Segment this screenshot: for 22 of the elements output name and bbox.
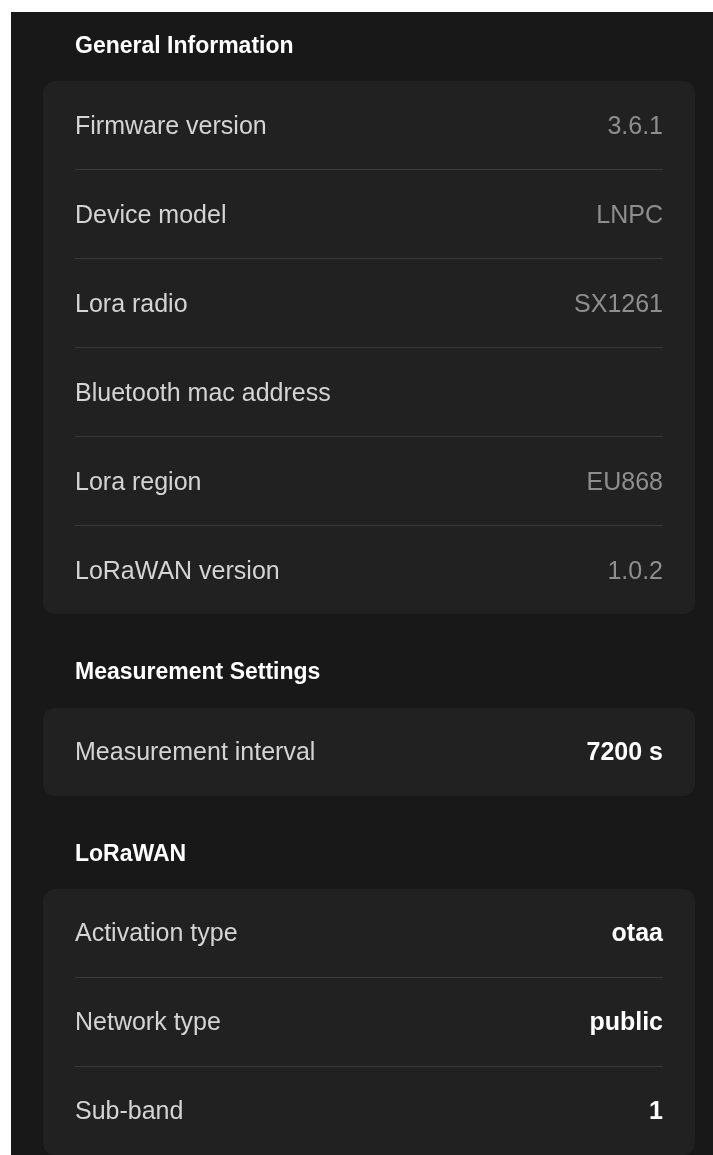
setting-value: SX1261 [574,288,663,318]
section-title: LoRaWAN [74,838,188,868]
setting-label: Lora radio [75,288,188,318]
setting-label: Device model [75,199,227,229]
setting-value: LNPC [596,199,663,229]
setting-label: Lora region [75,466,202,496]
setting-label: Activation type [75,918,238,948]
setting-label: Network type [75,1007,221,1037]
setting-value: EU868 [586,466,663,496]
setting-value[interactable]: public [589,1007,663,1037]
setting-value[interactable]: otaa [611,918,663,948]
setting-label: Bluetooth mac address [75,377,331,407]
setting-value: 3.6.1 [607,110,663,140]
setting-label: Sub-band [75,1096,184,1126]
section-title: General Information [74,31,295,60]
setting-label: LoRaWAN version [75,555,280,585]
setting-label: Firmware version [75,110,267,140]
section-title: Measurement Settings [74,657,322,687]
setting-label: Measurement interval [75,737,316,767]
setting-value[interactable]: 1 [649,1096,663,1126]
setting-value: 1.0.2 [607,555,663,585]
setting-value[interactable]: 7200 s [586,737,663,767]
